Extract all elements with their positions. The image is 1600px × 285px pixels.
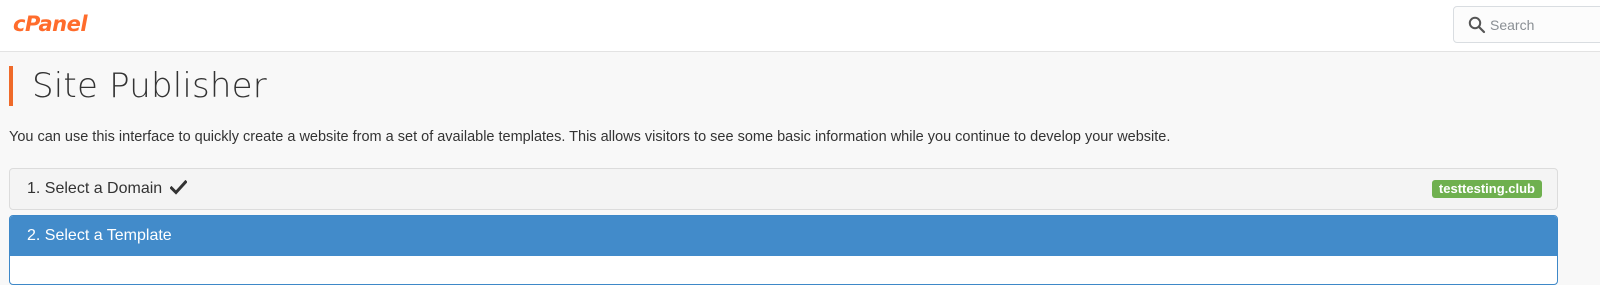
step-select-domain-label-wrap: 1. Select a Domain bbox=[27, 179, 187, 199]
page-title: Site Publisher bbox=[32, 66, 267, 106]
step-select-template[interactable]: 2. Select a Template bbox=[9, 215, 1558, 285]
step-select-domain-label: 1. Select a Domain bbox=[27, 180, 163, 197]
step-select-template-header[interactable]: 2. Select a Template bbox=[10, 216, 1557, 256]
cpanel-logo[interactable]: cPanel bbox=[13, 11, 88, 37]
top-bar: cPanel bbox=[0, 0, 1600, 52]
page-title-container: Site Publisher bbox=[9, 66, 267, 106]
check-icon bbox=[169, 180, 187, 195]
selected-domain-badge: testtesting.club bbox=[1431, 180, 1542, 198]
search-box[interactable] bbox=[1453, 6, 1600, 43]
step-select-template-label: 2. Select a Template bbox=[27, 227, 172, 244]
search-input[interactable] bbox=[1490, 15, 1600, 35]
page-description: You can use this interface to quickly cr… bbox=[9, 129, 1171, 145]
search-icon bbox=[1468, 16, 1486, 34]
step-select-domain[interactable]: 1. Select a Domain testtesting.club bbox=[9, 168, 1558, 210]
